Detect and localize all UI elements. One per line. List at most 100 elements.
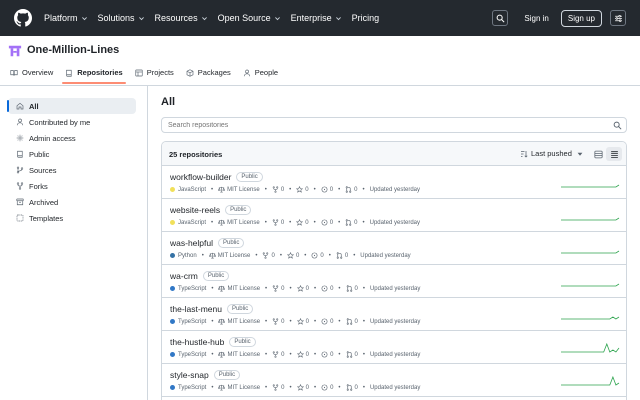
issue-icon[interactable] xyxy=(321,384,328,391)
star-count[interactable]: 0 xyxy=(305,187,308,193)
pull-request-count[interactable]: 0 xyxy=(355,319,358,325)
github-logo-icon[interactable] xyxy=(14,9,32,27)
fork-icon[interactable] xyxy=(272,219,279,226)
org-avatar[interactable] xyxy=(8,44,22,58)
nav-solutions[interactable]: Solutions xyxy=(98,13,145,23)
activity-line xyxy=(561,184,620,188)
tab-repositories[interactable]: Repositories xyxy=(62,68,127,84)
pull-request-count[interactable]: 0 xyxy=(355,286,358,292)
issue-count[interactable]: 0 xyxy=(330,352,333,358)
pull-request-count[interactable]: 0 xyxy=(354,220,357,226)
pull-request-count[interactable]: 0 xyxy=(345,253,348,259)
meta-separator: • xyxy=(338,285,341,292)
tab-projects[interactable]: Projects xyxy=(135,68,174,83)
search-button[interactable] xyxy=(492,10,509,26)
repository-name-link[interactable]: the-last-menu xyxy=(170,304,222,314)
issue-icon[interactable] xyxy=(321,186,328,193)
issue-icon[interactable] xyxy=(321,351,328,358)
star-icon[interactable] xyxy=(296,384,304,391)
tab-people[interactable]: People xyxy=(243,68,278,83)
pull-request-count[interactable]: 0 xyxy=(355,385,358,391)
fork-icon[interactable] xyxy=(272,351,279,358)
nav-enterprise[interactable]: Enterprise xyxy=(291,13,342,23)
pull-request-icon[interactable] xyxy=(346,351,353,358)
sidebar-item-admin-access[interactable]: Admin access xyxy=(8,130,136,146)
org-name[interactable]: One-Million-Lines xyxy=(27,44,119,56)
fork-icon[interactable] xyxy=(272,384,279,391)
sidebar-item-contributed-by-me[interactable]: Contributed by me xyxy=(8,114,136,130)
nav-pricing[interactable]: Pricing xyxy=(352,13,380,23)
repository-name-link[interactable]: was-helpful xyxy=(170,238,213,248)
pull-request-icon[interactable] xyxy=(346,318,353,325)
sidebar-item-public[interactable]: Public xyxy=(8,146,136,162)
search-input[interactable] xyxy=(162,118,602,132)
view-compact-button[interactable] xyxy=(590,147,606,161)
star-icon[interactable] xyxy=(296,285,304,292)
star-icon[interactable] xyxy=(296,318,304,325)
issue-count[interactable]: 0 xyxy=(330,385,333,391)
repo-icon xyxy=(66,69,72,77)
star-icon[interactable] xyxy=(296,186,304,193)
star-count[interactable]: 0 xyxy=(306,385,309,391)
fork-icon[interactable] xyxy=(262,252,269,259)
fork-icon[interactable] xyxy=(272,285,279,292)
star-icon[interactable] xyxy=(286,252,294,259)
settings-menu-button[interactable] xyxy=(610,10,626,26)
view-list-button[interactable] xyxy=(606,147,622,161)
search-icon[interactable] xyxy=(613,121,622,130)
fork-icon[interactable] xyxy=(272,186,279,193)
pull-request-count[interactable]: 0 xyxy=(354,187,357,193)
pull-request-icon[interactable] xyxy=(346,285,353,292)
sidebar-item-sources[interactable]: Sources xyxy=(8,162,136,178)
repository-name-link[interactable]: wa-crm xyxy=(170,271,198,281)
repository-name-link[interactable]: style-snap xyxy=(170,370,209,380)
pull-request-icon[interactable] xyxy=(345,186,352,193)
issue-count[interactable]: 0 xyxy=(330,286,333,292)
pull-request-icon[interactable] xyxy=(346,384,353,391)
repository-name-link[interactable]: the-hustle-hub xyxy=(170,337,224,347)
star-count[interactable]: 0 xyxy=(305,220,308,226)
nav-open-source[interactable]: Open Source xyxy=(218,13,281,23)
tab-packages[interactable]: Packages xyxy=(186,68,231,83)
repository-license: MIT License xyxy=(227,318,261,325)
sidebar-item-all[interactable]: All xyxy=(7,98,136,114)
issue-icon[interactable] xyxy=(311,252,318,259)
law-icon xyxy=(218,384,226,391)
fork-count[interactable]: 0 xyxy=(281,220,284,226)
sign-in-link[interactable]: Sign in xyxy=(524,14,548,23)
fork-count[interactable]: 0 xyxy=(281,319,284,325)
fork-count[interactable]: 0 xyxy=(281,187,284,193)
issue-icon[interactable] xyxy=(321,285,328,292)
sidebar-item-templates[interactable]: Templates xyxy=(8,210,136,226)
nav-resources[interactable]: Resources xyxy=(155,13,208,23)
star-count[interactable]: 0 xyxy=(306,352,309,358)
issue-count[interactable]: 0 xyxy=(330,220,333,226)
sidebar-item-archived[interactable]: Archived xyxy=(8,194,136,210)
nav-platform[interactable]: Platform xyxy=(44,13,88,23)
issue-count[interactable]: 0 xyxy=(330,187,333,193)
issue-count[interactable]: 0 xyxy=(330,319,333,325)
star-count[interactable]: 0 xyxy=(306,286,309,292)
repository-name-link[interactable]: website-reels xyxy=(170,205,220,215)
repository-name-link[interactable]: workflow-builder xyxy=(170,172,231,182)
sidebar-item-forks[interactable]: Forks xyxy=(8,178,136,194)
star-count[interactable]: 0 xyxy=(306,319,309,325)
sign-up-button[interactable]: Sign up xyxy=(560,9,602,27)
fork-count[interactable]: 0 xyxy=(271,253,274,259)
issue-count[interactable]: 0 xyxy=(320,253,323,259)
issue-icon[interactable] xyxy=(321,318,328,325)
star-icon[interactable] xyxy=(296,219,304,226)
tab-overview[interactable]: Overview xyxy=(10,68,53,83)
pull-request-icon[interactable] xyxy=(345,219,352,226)
search-repositories[interactable] xyxy=(161,117,627,133)
star-icon[interactable] xyxy=(296,351,304,358)
issue-icon[interactable] xyxy=(321,219,328,226)
sort-dropdown[interactable]: Last pushed xyxy=(520,149,586,158)
fork-count[interactable]: 0 xyxy=(281,286,284,292)
pull-request-count[interactable]: 0 xyxy=(355,352,358,358)
fork-count[interactable]: 0 xyxy=(281,352,284,358)
fork-count[interactable]: 0 xyxy=(281,385,284,391)
pull-request-icon[interactable] xyxy=(336,252,343,259)
fork-icon[interactable] xyxy=(272,318,279,325)
star-count[interactable]: 0 xyxy=(296,253,299,259)
